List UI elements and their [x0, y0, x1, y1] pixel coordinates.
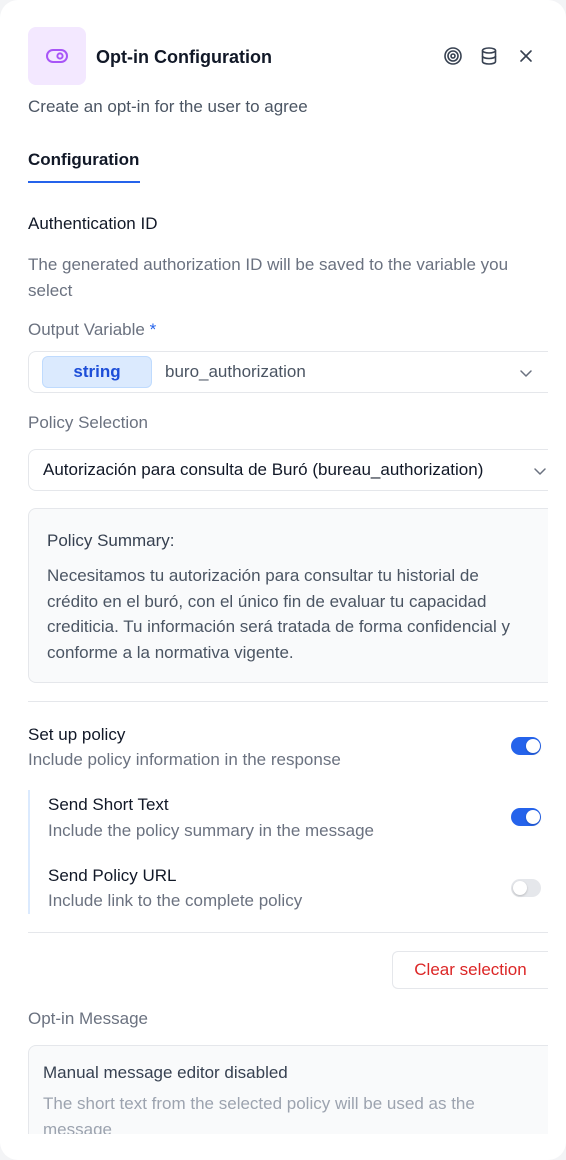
toggle-knob [513, 881, 527, 895]
opt-in-message-label: Opt-in Message [28, 1009, 148, 1028]
divider [28, 701, 548, 702]
type-badge: string [42, 356, 152, 388]
tab-configuration[interactable]: Configuration [28, 150, 139, 180]
send-short-text-description: Include the policy summary in the messag… [48, 821, 374, 840]
database-button[interactable] [478, 45, 500, 67]
setup-policy-toggle[interactable] [511, 737, 541, 755]
close-icon [520, 50, 532, 62]
output-variable-label-text: Output Variable [28, 320, 145, 339]
chevron-down-icon [534, 468, 546, 475]
setup-policy-title: Set up policy [28, 725, 126, 744]
panel-content: Opt-in Configuration Create an opt-in fo… [28, 0, 566, 1134]
auth-section-title: Authentication ID [28, 214, 158, 233]
policy-summary-title: Policy Summary: [47, 531, 175, 550]
send-policy-url-description: Include link to the complete policy [48, 891, 303, 910]
send-short-text-title: Send Short Text [48, 795, 169, 814]
target-icon [444, 47, 462, 65]
toggle-knob [526, 810, 540, 824]
setup-policy-description: Include policy information in the respon… [28, 750, 341, 769]
policy-summary-box: Policy Summary: Necesitamos tu autorizac… [28, 508, 548, 683]
active-tab-indicator [28, 181, 140, 183]
divider [28, 932, 548, 933]
page-subtitle: Create an opt-in for the user to agree [28, 97, 308, 116]
output-variable-label: Output Variable * [28, 320, 156, 340]
toggle-knob [526, 739, 540, 753]
policy-summary-text: Necesitamos tu autorización para consult… [47, 566, 511, 662]
page-title: Opt-in Configuration [96, 47, 272, 67]
chevron-down-icon [520, 370, 532, 377]
output-variable-select[interactable]: string buro_authorization [28, 351, 548, 393]
send-short-text-toggle[interactable] [511, 808, 541, 826]
send-policy-url-title: Send Policy URL [48, 866, 177, 885]
required-mark: * [149, 320, 157, 339]
message-editor-disabled-title: Manual message editor disabled [43, 1063, 288, 1082]
opt-in-config-panel: Opt-in Configuration Create an opt-in fo… [0, 0, 566, 1160]
output-variable-value: buro_authorization [165, 362, 306, 381]
policy-select-value: Autorización para consulta de Buró (bure… [43, 460, 484, 479]
database-icon [481, 47, 497, 65]
close-button[interactable] [515, 45, 537, 67]
auth-section-description: The generated authorization ID will be s… [28, 255, 509, 300]
target-button[interactable] [442, 45, 464, 67]
policy-select[interactable]: Autorización para consulta de Buró (bure… [28, 449, 548, 491]
policy-selection-label: Policy Selection [28, 413, 149, 432]
opt-in-message-box: Manual message editor disabled The short… [28, 1045, 548, 1134]
clear-selection-button[interactable]: Clear selection [392, 951, 548, 989]
opt-in-node-icon [28, 27, 86, 85]
message-editor-disabled-text: The short text from the selected policy … [43, 1094, 475, 1134]
toggle-icon [46, 49, 68, 63]
send-policy-url-toggle[interactable] [511, 879, 541, 897]
sub-options-rail [28, 790, 30, 914]
